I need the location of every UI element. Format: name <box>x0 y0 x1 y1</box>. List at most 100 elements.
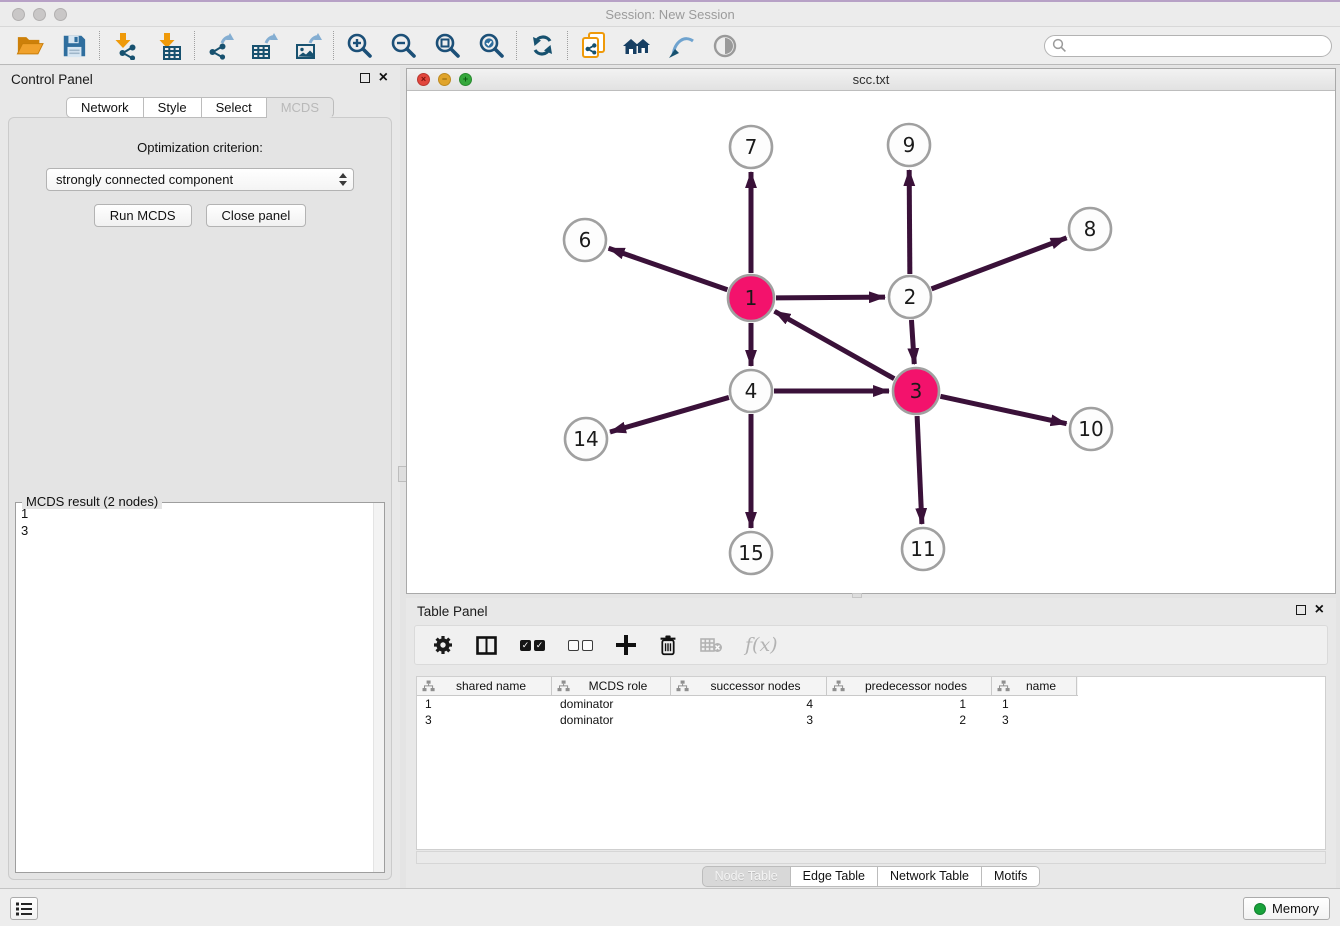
zoom-window-icon[interactable] <box>54 8 67 21</box>
close-window-icon[interactable] <box>12 8 25 21</box>
table-cell[interactable]: 1 <box>417 697 552 711</box>
tab-style[interactable]: Style <box>144 97 202 118</box>
graph-node-8[interactable]: 8 <box>1069 208 1111 250</box>
tab-mcds[interactable]: MCDS <box>267 97 334 118</box>
svg-text:7: 7 <box>745 135 758 159</box>
export-network-icon[interactable] <box>198 29 242 62</box>
tab-motifs[interactable]: Motifs <box>982 866 1040 887</box>
graph-node-3[interactable]: 3 <box>893 368 939 414</box>
node-table: shared nameMCDS rolesuccessor nodesprede… <box>416 676 1326 850</box>
window-title: Session: New Session <box>0 2 1340 27</box>
criterion-select[interactable]: strongly connected component <box>46 168 354 191</box>
column-header-name[interactable]: name <box>992 677 1077 695</box>
graph-node-14[interactable]: 14 <box>565 418 607 460</box>
table-row[interactable]: 1dominator411 <box>417 696 1325 712</box>
table-panel-title: Table Panel <box>417 604 488 619</box>
network-maximize-icon[interactable]: + <box>459 73 472 86</box>
import-table-from-file-icon[interactable] <box>147 29 191 62</box>
zoom-out-icon[interactable] <box>381 29 425 62</box>
mcds-result-title: MCDS result (2 nodes) <box>22 494 162 509</box>
graph-edge-1-6[interactable] <box>609 248 728 290</box>
select-all-rows-icon[interactable]: ✓✓ <box>520 640 545 651</box>
table-cell[interactable]: 3 <box>992 713 1077 727</box>
save-session-icon[interactable] <box>52 29 96 62</box>
table-cell[interactable]: 3 <box>671 713 827 727</box>
close-panel-icon[interactable]: × <box>379 71 388 85</box>
network-minimize-icon[interactable]: − <box>438 73 451 86</box>
graph-node-7[interactable]: 7 <box>730 126 772 168</box>
search-input[interactable] <box>1044 35 1332 57</box>
graph-node-1[interactable]: 1 <box>728 275 774 321</box>
tab-select[interactable]: Select <box>202 97 267 118</box>
column-header-shared-name[interactable]: shared name <box>417 677 552 695</box>
clone-network-icon[interactable] <box>571 29 615 62</box>
table-cell[interactable]: 1 <box>827 697 992 711</box>
graph-node-6[interactable]: 6 <box>564 219 606 261</box>
tab-network-table[interactable]: Network Table <box>878 866 982 887</box>
zoom-fit-content-icon[interactable] <box>425 29 469 62</box>
table-scrollbar[interactable] <box>416 851 1326 864</box>
delete-column-icon[interactable] <box>659 635 677 656</box>
run-mcds-button[interactable]: Run MCDS <box>94 204 192 227</box>
float-panel-icon[interactable] <box>360 73 370 83</box>
refresh-view-icon[interactable] <box>520 29 564 62</box>
result-scrollbar[interactable] <box>373 503 384 872</box>
graph-node-15[interactable]: 15 <box>730 532 772 574</box>
tab-node-table[interactable]: Node Table <box>702 866 791 887</box>
add-column-icon[interactable] <box>616 635 636 655</box>
export-image-icon[interactable] <box>286 29 330 62</box>
table-cell[interactable]: dominator <box>552 697 671 711</box>
deselect-all-rows-icon[interactable] <box>568 640 593 651</box>
graph-edge-4-14[interactable] <box>610 397 729 432</box>
network-overview-icon[interactable] <box>615 29 659 62</box>
graph-node-10[interactable]: 10 <box>1070 408 1112 450</box>
table-row[interactable]: 3dominator323 <box>417 712 1325 728</box>
table-cell[interactable]: 1 <box>992 697 1077 711</box>
graph-node-11[interactable]: 11 <box>902 528 944 570</box>
table-cell[interactable]: 4 <box>671 697 827 711</box>
network-graph[interactable]: 1 2 3 4 6 7 8 9 10 11 14 15 <box>407 91 1335 593</box>
memory-button[interactable]: Memory <box>1243 897 1330 920</box>
tab-network[interactable]: Network <box>66 97 144 118</box>
style-brush-icon[interactable] <box>659 29 703 62</box>
split-panel-icon[interactable] <box>476 636 497 655</box>
column-header-successor-nodes[interactable]: successor nodes <box>671 677 827 695</box>
import-network-from-file-icon[interactable] <box>103 29 147 62</box>
tab-edge-table[interactable]: Edge Table <box>791 866 878 887</box>
export-table-icon[interactable] <box>242 29 286 62</box>
graph-edge-3-10[interactable] <box>940 396 1066 423</box>
float-table-panel-icon[interactable] <box>1296 605 1306 615</box>
graph-edge-1-2[interactable] <box>776 297 885 298</box>
graph-node-2[interactable]: 2 <box>889 276 931 318</box>
table-cell[interactable]: 2 <box>827 713 992 727</box>
table-cell[interactable]: 3 <box>417 713 552 727</box>
svg-text:1: 1 <box>745 286 758 310</box>
column-header-predecessor-nodes[interactable]: predecessor nodes <box>827 677 992 695</box>
table-cell[interactable]: dominator <box>552 713 671 727</box>
toolbar-separator <box>516 31 517 60</box>
zoom-selected-region-icon[interactable] <box>469 29 513 62</box>
network-close-icon[interactable]: × <box>417 73 430 86</box>
graph-edge-2-3[interactable] <box>911 320 914 364</box>
select-stepper-icon <box>339 173 347 186</box>
close-table-panel-icon[interactable]: × <box>1315 603 1324 617</box>
open-session-icon[interactable] <box>8 29 52 62</box>
network-view-window: × − + scc.txt 1 2 3 4 6 7 8 9 10 11 14 15 <box>406 68 1336 594</box>
graph-node-4[interactable]: 4 <box>730 370 772 412</box>
network-window-title: scc.txt <box>407 69 1335 91</box>
graph-edge-3-11[interactable] <box>917 416 922 524</box>
minimize-window-icon[interactable] <box>33 8 46 21</box>
graph-node-9[interactable]: 9 <box>888 124 930 166</box>
svg-text:8: 8 <box>1084 217 1097 241</box>
zoom-in-icon[interactable] <box>337 29 381 62</box>
task-history-icon[interactable] <box>10 897 38 920</box>
graph-edge-2-8[interactable] <box>932 238 1067 289</box>
graph-edge-2-9[interactable] <box>909 170 910 274</box>
table-settings-icon[interactable] <box>433 635 453 655</box>
show-graphics-details-icon[interactable] <box>703 29 747 62</box>
graph-edge-3-1[interactable] <box>775 311 895 378</box>
column-header-MCDS-role[interactable]: MCDS role <box>552 677 671 695</box>
mcds-result-textarea[interactable]: 13 <box>15 502 385 873</box>
toolbar-separator <box>194 31 195 60</box>
close-panel-button[interactable]: Close panel <box>206 204 307 227</box>
